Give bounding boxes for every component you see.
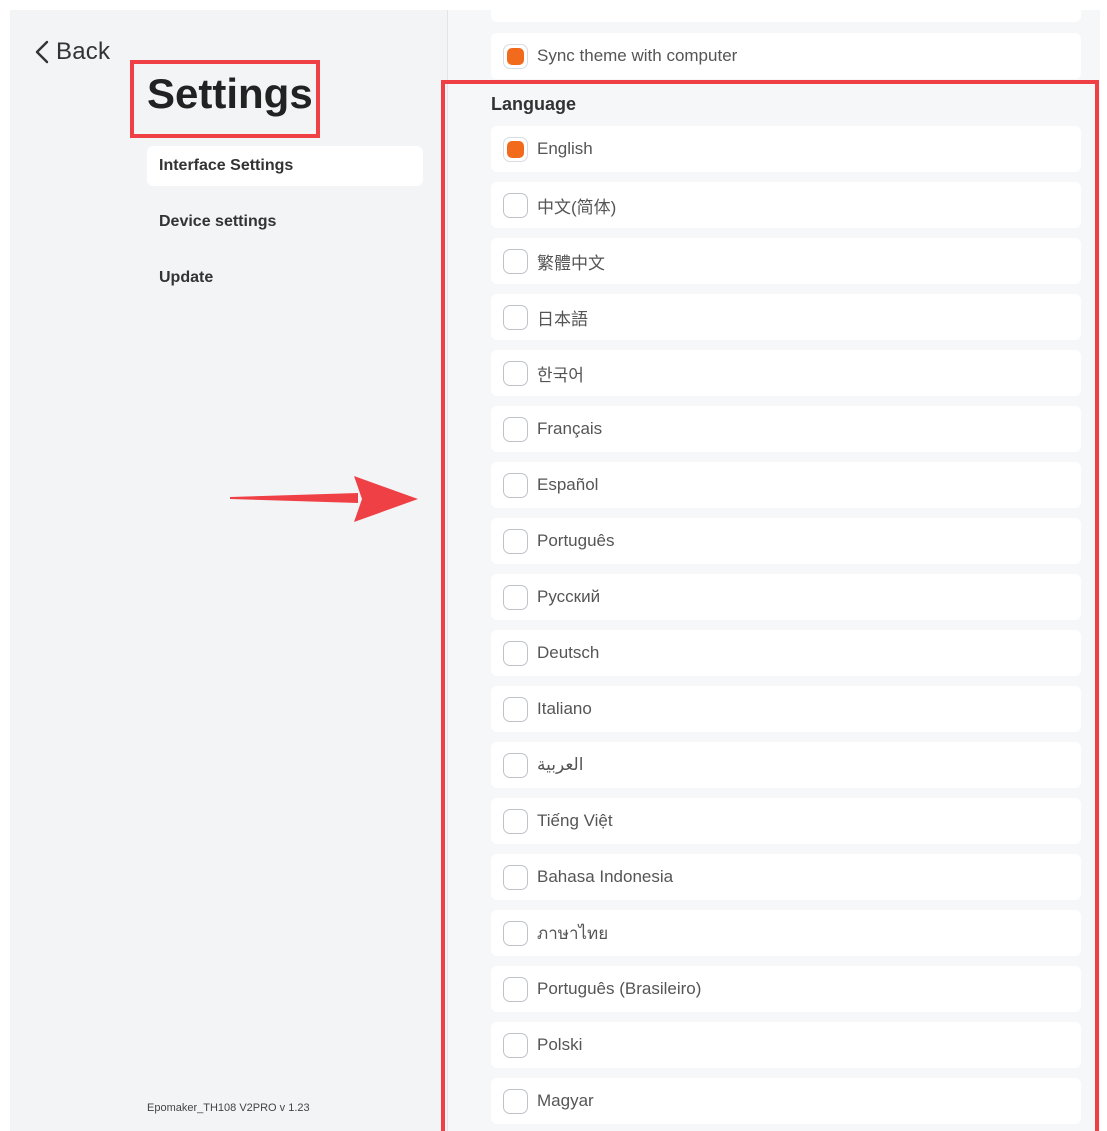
version-label: Epomaker_TH108 V2PRO v 1.23 (147, 1102, 310, 1114)
nav-item-device-settings[interactable]: Device settings (147, 202, 423, 242)
sync-theme-row[interactable]: Sync theme with computer (491, 33, 1081, 79)
nav-item-update[interactable]: Update (147, 258, 423, 298)
chevron-left-icon (35, 40, 49, 64)
title-highlight-box (130, 60, 320, 138)
sync-theme-checkbox[interactable] (503, 43, 528, 69)
nav-item-interface-settings[interactable]: Interface Settings (147, 146, 423, 186)
settings-nav: Interface Settings Device settings Updat… (147, 146, 423, 314)
language-highlight-box (441, 80, 1099, 1131)
previous-setting-row (491, 10, 1081, 22)
back-button[interactable]: Back (34, 38, 110, 66)
back-label: Back (56, 38, 111, 65)
sidebar: Back Settings Interface Settings Device … (10, 10, 447, 1131)
right-arrow-icon (230, 476, 418, 522)
sync-theme-label: Sync theme with computer (537, 46, 738, 65)
